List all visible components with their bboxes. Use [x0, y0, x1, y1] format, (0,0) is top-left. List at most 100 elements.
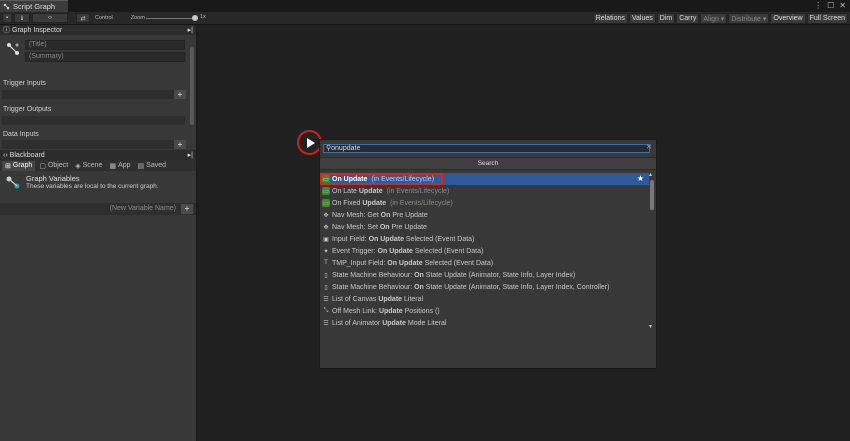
- collapse-inspector-icon[interactable]: ▸|: [188, 26, 193, 34]
- result-text-bold: Update: [362, 199, 387, 207]
- result-item[interactable]: ☰ List of Animator Update Mode Literal: [320, 317, 649, 328]
- toolbar-button-overview[interactable]: Overview: [770, 13, 806, 24]
- result-text-bold: On Update: [377, 247, 413, 255]
- toolbar-button-distribute[interactable]: Distribute ▾: [728, 13, 770, 24]
- tab-object[interactable]: ▢ Object: [36, 161, 71, 171]
- more-menu-icon[interactable]: ⋮: [814, 1, 822, 10]
- selection-highlight-box: [320, 173, 443, 185]
- results-scroll-thumb[interactable]: [650, 180, 654, 210]
- graph-inspector-header: ⓘ Graph Inspector ▸|: [0, 25, 196, 35]
- collapse-blackboard-icon[interactable]: ▸|: [188, 151, 193, 159]
- add-data-input-button[interactable]: +: [174, 140, 186, 149]
- toolbar-button-carry[interactable]: Carry: [676, 13, 700, 24]
- result-text-post: Pre Update: [389, 223, 427, 231]
- navmesh-icon: ✥: [323, 212, 329, 219]
- result-text-bold: On: [380, 211, 391, 219]
- result-text-pre: Input Field:: [332, 235, 369, 243]
- toolbar-button-full-screen[interactable]: Full Screen: [806, 13, 848, 24]
- result-text-pre: List of Canvas: [332, 295, 379, 303]
- inspector-scroll-thumb[interactable]: [190, 47, 194, 125]
- lock-button[interactable]: ▪: [2, 13, 12, 23]
- result-item[interactable]: ▯ State Machine Behaviour: On State Updat…: [320, 281, 649, 293]
- result-item[interactable]: ▭ On Fixed Update (in Events/Lifecycle): [320, 197, 649, 209]
- toolbar-button-values[interactable]: Values: [628, 13, 656, 24]
- data-inputs-label: Data Inputs: [3, 131, 39, 138]
- result-text-pre: State Machine Behaviour:: [332, 271, 415, 279]
- info-button[interactable]: ℹ: [14, 13, 30, 23]
- maximize-icon[interactable]: ☐: [827, 1, 834, 10]
- zoom-value: 1x: [200, 14, 206, 20]
- toolbar-button-relations[interactable]: Relations: [592, 13, 628, 24]
- result-text-post: State Update (Animator, State Info, Laye…: [423, 283, 610, 291]
- result-text-post: Literal: [402, 295, 424, 303]
- scroll-down-icon[interactable]: ▾: [649, 323, 652, 330]
- inspector-icon: ⓘ: [3, 27, 10, 34]
- title-field[interactable]: (Title): [25, 40, 185, 50]
- result-text-pre: Nav Mesh: Set: [332, 223, 380, 231]
- clear-search-icon[interactable]: ✕: [646, 143, 652, 151]
- close-icon[interactable]: ✕: [839, 1, 846, 10]
- tab-scene[interactable]: ◈ Scene: [72, 161, 105, 171]
- tab-graph[interactable]: ⊞ Graph: [2, 160, 36, 171]
- result-text-pre: List of Animator: [332, 319, 383, 327]
- zoom-slider[interactable]: [146, 18, 196, 19]
- graph-variables-icon: [6, 176, 20, 189]
- result-item[interactable]: ✦ Event Trigger: On Update Selected (Even…: [320, 245, 649, 257]
- result-item[interactable]: ☰ List of Canvas Update Literal: [320, 293, 649, 305]
- toolbar-button-align[interactable]: Align ▾: [700, 13, 728, 24]
- zoom-label: Zoom: [130, 15, 145, 21]
- document-icon: ▯: [324, 284, 328, 291]
- tab-saved[interactable]: ▤ Saved: [135, 161, 169, 171]
- trigger-inputs-label: Trigger Inputs: [3, 80, 46, 87]
- blackboard-title: Blackboard: [9, 151, 45, 159]
- summary-field[interactable]: (Summary): [25, 52, 185, 62]
- result-item[interactable]: ✥ Nav Mesh: Get On Pre Update: [320, 209, 649, 221]
- favorite-star-icon[interactable]: ★: [637, 174, 644, 183]
- event-icon: ▭: [322, 199, 330, 207]
- result-item[interactable]: ▣ Input Field: On Update Selected (Event …: [320, 233, 649, 245]
- results-scrollbar[interactable]: ▴ ▾: [649, 171, 656, 330]
- result-text-pre: Event Trigger:: [332, 247, 378, 255]
- control-toggle[interactable]: ⇄: [76, 13, 90, 23]
- result-text-bold: On: [379, 223, 390, 231]
- tmp-icon: T: [324, 260, 328, 266]
- toolbar-button-dim[interactable]: Dim: [656, 13, 676, 24]
- result-text-post: Pre Update: [390, 211, 428, 219]
- result-text-bold: On Update: [368, 235, 404, 243]
- title-bar: Script Graph ⋮ ☐ ✕: [0, 0, 850, 12]
- code-button[interactable]: ‹›: [32, 13, 68, 23]
- zoom-slider-knob[interactable]: [192, 15, 198, 21]
- result-item[interactable]: ⤡ Off Mesh Link: Update Positions (): [320, 305, 649, 317]
- result-item[interactable]: ▭ On Late Update (in Events/Lifecycle): [320, 185, 649, 197]
- result-text-pre: Nav Mesh: Get: [332, 211, 381, 219]
- result-text-pre: State Machine Behaviour:: [332, 283, 415, 291]
- trigger-outputs-list: [2, 116, 185, 125]
- new-variable-name-input[interactable]: (New Variable Name): [110, 205, 176, 212]
- graph-variables-title: Graph Variables: [26, 174, 80, 183]
- tab-app[interactable]: ▦ App: [106, 161, 133, 171]
- info-icon: ℹ: [20, 15, 24, 22]
- result-item[interactable]: ▭ On Update (in Events/Lifecycle) ★: [320, 173, 649, 185]
- add-variable-button[interactable]: +: [181, 204, 193, 214]
- control-label: Control: [95, 15, 113, 21]
- result-text-bold: Update: [358, 187, 383, 195]
- add-trigger-input-button[interactable]: +: [174, 90, 186, 99]
- input-field-icon: ▣: [323, 236, 329, 243]
- scroll-up-icon[interactable]: ▴: [649, 171, 652, 178]
- inspector-scrollbar[interactable]: [189, 35, 195, 147]
- result-item[interactable]: ✥ Nav Mesh: Set On Pre Update: [320, 221, 649, 233]
- search-input[interactable]: ⚲onupdate: [323, 144, 650, 153]
- app-tab-icon: ▦: [109, 162, 117, 170]
- fuzzy-finder: ⚲onupdate ✕ Search ▭ On Update (in Events/…: [319, 139, 657, 369]
- event-icon: ▭: [322, 187, 330, 195]
- saved-tab-icon: ▤: [137, 162, 145, 170]
- graph-variables-header: Graph Variables These variables are loca…: [0, 171, 196, 203]
- blackboard-tabs: ⊞ Graph ▢ Object ◈ Scene ▦ App ▤ Saved: [0, 160, 196, 171]
- result-text-bold: On: [414, 271, 424, 279]
- code-icon: ‹›: [48, 15, 52, 21]
- window-tab[interactable]: Script Graph: [0, 0, 68, 12]
- graph-inspector-title: Graph Inspector: [12, 26, 63, 34]
- result-item[interactable]: T TMP_Input Field: On Update Selected (Ev…: [320, 257, 649, 269]
- result-item[interactable]: ▯ State Machine Behaviour: On State Updat…: [320, 269, 649, 281]
- result-text-post: State Update (Animator, State Info, Laye…: [423, 271, 576, 279]
